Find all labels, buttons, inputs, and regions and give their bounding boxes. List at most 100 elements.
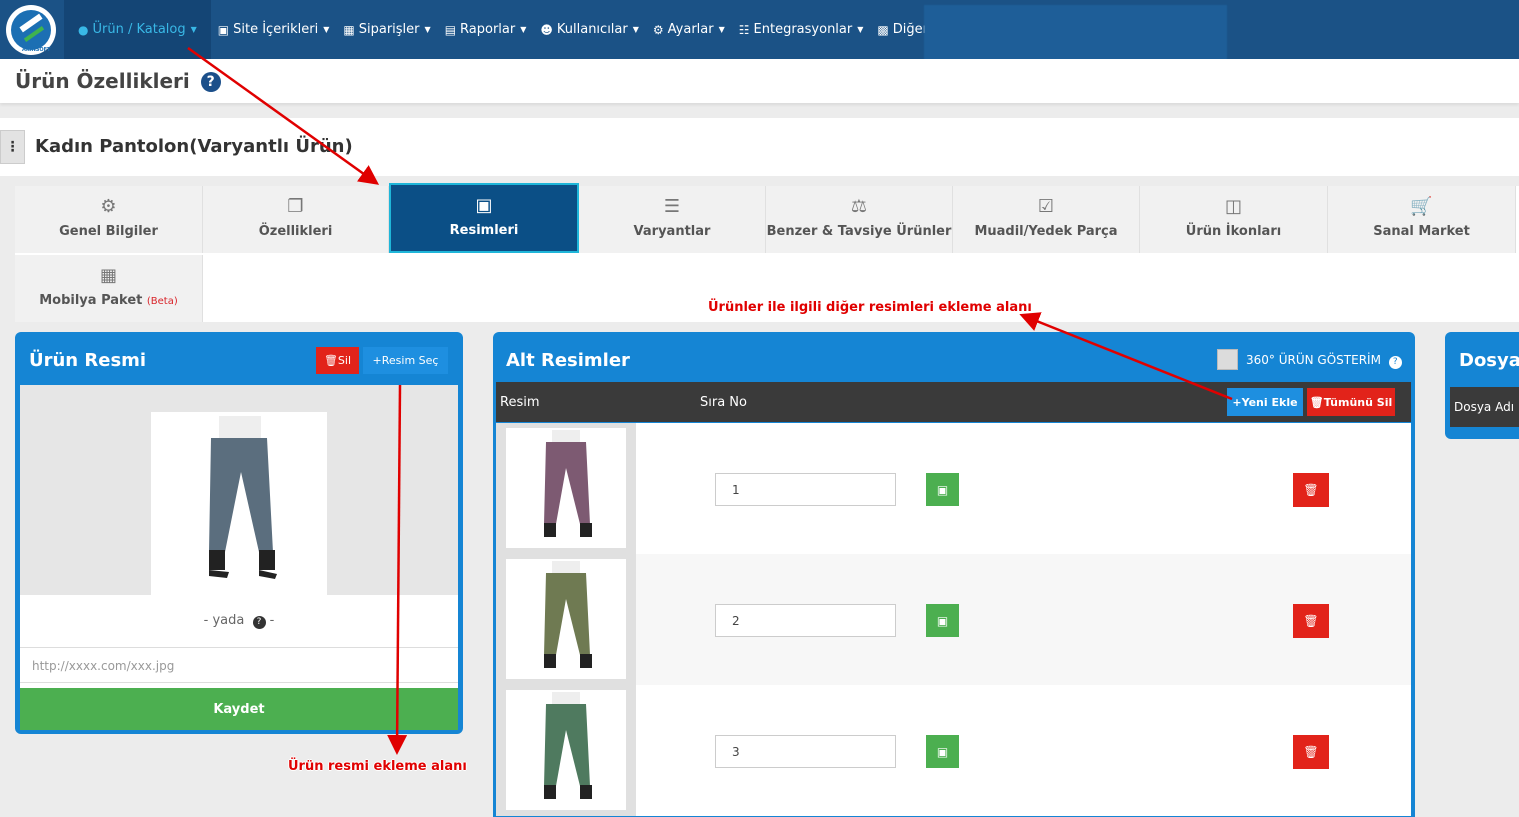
sub-images-panel: Alt Resimler 360° ÜRÜN GÖSTERİM ? Resim … [493,332,1415,817]
column-header-file-name: Dosya Adı [1454,400,1515,414]
tab-label: Özellikleri [258,224,333,239]
360-toggle-label: 360° ÜRÜN GÖSTERİM ? [1246,353,1402,369]
tab-resimleri[interactable]: ▣ Resimleri [389,183,579,253]
button-label: Tümünü Sil [1323,395,1393,409]
balance-icon: ⚖ [850,196,868,217]
or-suffix: - [269,613,275,628]
kebab-menu-icon[interactable]: ⋮ [0,130,25,164]
delete-all-button[interactable]: 🗑 Tümünü Sil [1307,388,1395,416]
tab-label: Resimleri [449,223,519,238]
select-image-button[interactable]: + Resim Seç [363,347,448,374]
logo-mark-icon [11,10,51,50]
tab-genel-bilgiler[interactable]: ⚙ Genel Bilgiler [15,186,203,253]
help-icon[interactable]: ? [1388,355,1402,369]
delete-row-button[interactable]: 🗑 [1293,604,1329,638]
top-navbar: AKINSOFT ● Ürün / Katalog ▼ ▣ Site İçeri… [0,0,1519,61]
caret-down-icon: ▼ [190,25,197,34]
toggle-text: 360° ÜRÜN GÖSTERİM [1246,353,1381,367]
delete-row-button[interactable]: 🗑 [1293,473,1329,507]
sub-images-title: Alt Resimler [506,350,630,371]
caret-down-icon: ▼ [323,25,330,34]
thumbnail-area [496,685,636,816]
main-image-body: - yada ? - http://xxxx.com/xxx.jpg Kayde… [20,385,458,730]
user-group-icon: ☻ [540,22,553,37]
file-image-icon: ◫ [1224,196,1242,217]
plus-icon: + [372,354,382,367]
tab-label: Muadil/Yedek Parça [974,224,1118,239]
nav-item-siparisler[interactable]: ▦ Siparişler ▼ [336,0,437,59]
product-image[interactable] [151,412,327,595]
add-image-button[interactable]: + Yeni Ekle [1227,388,1303,416]
logo-text: AKINSOFT [22,47,51,53]
tab-mobilya-paket[interactable]: ▦ Mobilya Paket (Beta) [15,255,203,322]
trash-icon: 🗑 [1309,395,1324,409]
tab-label: Sanal Market [1373,224,1470,239]
thumbnail-area [496,554,636,685]
beta-badge: (Beta) [146,296,178,307]
table-row: 1 ▣ 🗑 [496,423,1411,554]
pants-image [209,416,277,579]
pages-icon: ▣ [217,22,230,37]
trash-icon: 🗑 [1303,483,1319,497]
nav-item-kullanicilar[interactable]: ☻ Kullanıcılar ▼ [533,0,646,59]
save-button[interactable]: Kaydet [20,688,458,730]
gears-icon: ⚙ [100,196,117,217]
thumbnail-image[interactable] [506,559,626,679]
nav-item-raporlar[interactable]: ▤ Raporlar ▼ [438,0,534,59]
users-icon: ● [78,22,89,37]
boxes-icon: ▦ [343,22,355,37]
delete-row-button[interactable]: 🗑 [1293,735,1329,769]
brand-logo[interactable]: AKINSOFT [6,5,56,55]
trash-icon: 🗑 [1303,614,1319,628]
page-title-text: Ürün Özellikleri [15,69,190,93]
files-title: Dosyala [1459,350,1519,371]
order-input[interactable]: 1 [715,473,896,506]
image-url-input[interactable]: http://xxxx.com/xxx.jpg [20,647,458,683]
cubes-icon: ▦ [99,265,117,286]
files-table-header: Dosya Adı [1450,387,1519,427]
nav-item-entegrasyonlar[interactable]: ☷ Entegrasyonlar ▼ [732,0,871,59]
table-row: 2 ▣ 🗑 [496,554,1411,685]
save-order-button[interactable]: ▣ [926,604,959,637]
tab-label: Benzer & Tavsiye Ürünler [766,224,952,239]
table-row: 3 ▣ 🗑 [496,685,1411,816]
thumbnail-image[interactable] [506,428,626,548]
tab-sanal-market[interactable]: 🛒 Sanal Market [1328,186,1516,253]
save-order-button[interactable]: ▣ [926,735,959,768]
cart-icon: 🛒 [1410,196,1433,217]
caret-down-icon: ▼ [857,25,864,34]
nav-item-ayarlar[interactable]: ⚙ Ayarlar ▼ [646,0,732,59]
sitemap-icon: ☷ [738,22,750,37]
nav-item-label: Diğer [892,22,928,37]
thumbnail-area [496,423,636,554]
product-name: Kadın Pantolon(Varyantlı Ürün) [35,136,353,157]
column-header-image: Resim [500,395,540,410]
gears-icon: ⚙ [652,22,664,37]
tab-benzer-tavsiye[interactable]: ⚖ Benzer & Tavsiye Ürünler [766,186,953,253]
tab-varyantlar[interactable]: ☰ Varyantlar [579,186,766,253]
help-icon[interactable]: ? [252,615,266,629]
annotation-sub-images: Ürünler ile ilgili diğer resimleri eklem… [708,300,1032,315]
main-menu: ● Ürün / Katalog ▼ ▣ Site İçerikleri ▼ ▦… [64,0,946,59]
nav-item-site-icerikleri[interactable]: ▣ Site İçerikleri ▼ [211,0,337,59]
floppy-icon: ▣ [936,744,949,759]
order-input[interactable]: 2 [715,604,896,637]
page-title: Ürün Özellikleri ? [15,69,221,93]
product-bar: ⋮ Kadın Pantolon(Varyantlı Ürün) [0,118,1519,176]
help-icon[interactable]: ? [200,72,221,92]
tab-muadil-yedek-parca[interactable]: ☑ Muadil/Yedek Parça [953,186,1140,253]
trash-icon: 🗑 [323,354,338,367]
delete-image-button[interactable]: 🗑 Sil [316,347,359,374]
trash-icon: 🗑 [1303,745,1319,759]
thumbnail-image[interactable] [506,690,626,810]
tab-ozellikleri[interactable]: ❐ Özellikleri [203,186,389,253]
images-icon: ▣ [475,195,493,216]
nav-item-label: Siparişler [358,22,420,37]
or-label: - yada ? - [20,613,458,629]
order-input[interactable]: 3 [715,735,896,768]
360-toggle-checkbox[interactable] [1217,349,1238,370]
page-header: Ürün Özellikleri ? [0,59,1519,103]
save-order-button[interactable]: ▣ [926,473,959,506]
tab-urun-ikonlari[interactable]: ◫ Ürün İkonları [1140,186,1328,253]
nav-item-urun-katalog[interactable]: ● Ürün / Katalog ▼ [64,0,211,59]
